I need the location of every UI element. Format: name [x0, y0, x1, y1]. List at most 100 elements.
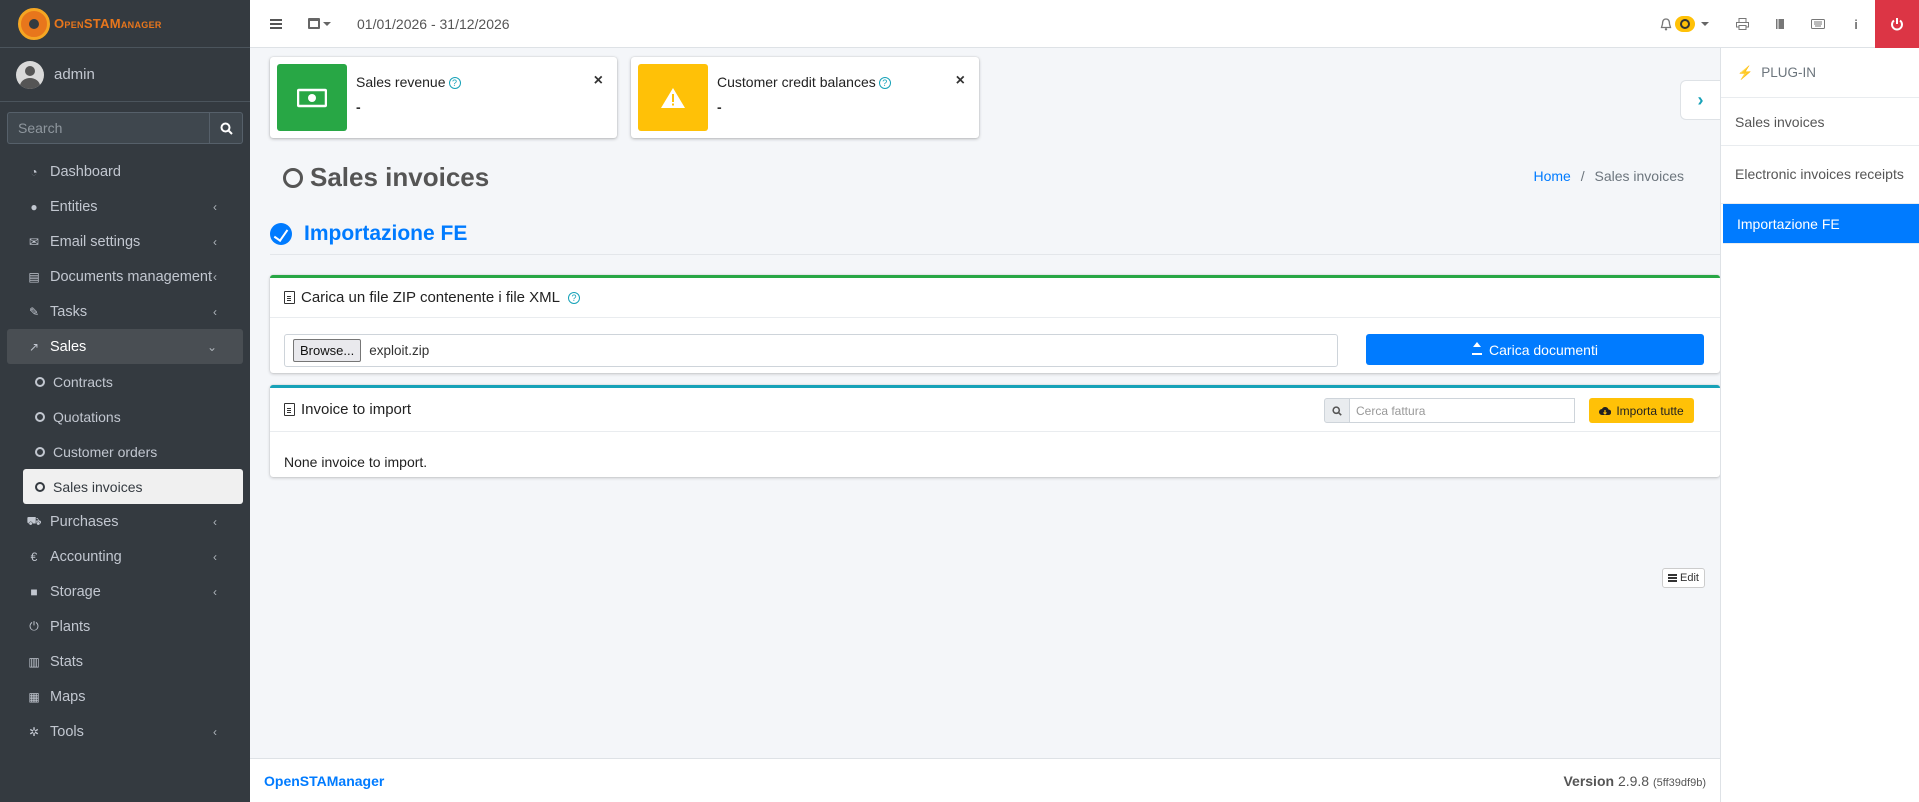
- menu-toggle-icon[interactable]: [270, 18, 282, 29]
- search-icon: [220, 122, 233, 135]
- info-button[interactable]: i: [1837, 0, 1875, 48]
- upload-card-header: Carica un file ZIP contenente i file XML…: [270, 278, 1720, 318]
- sidebar-sub-label: Customer orders: [53, 443, 158, 460]
- breadcrumb: Home / Sales invoices: [1533, 168, 1684, 184]
- chevron-left-icon: ‹: [213, 304, 217, 319]
- sidebar-item-sales[interactable]: ↗ Sales ⌄: [7, 329, 243, 364]
- cog-icon: ✲: [28, 724, 40, 739]
- plug-icon: [270, 223, 292, 245]
- sidebar-search-input[interactable]: [7, 112, 209, 144]
- footer-brand-link[interactable]: OpenSTAManager: [264, 773, 384, 789]
- help-icon[interactable]: ?: [878, 77, 891, 90]
- brand[interactable]: OpenSTAManager: [0, 0, 250, 48]
- sidebar-item-label: Entities: [50, 198, 98, 215]
- plugin-tab-electronic-receipts[interactable]: Electronic invoices receipts: [1721, 146, 1919, 204]
- help-icon[interactable]: ?: [568, 291, 581, 304]
- browse-button[interactable]: Browse...: [293, 339, 362, 362]
- cloud-download-icon: [1599, 406, 1612, 415]
- info-box-sales-revenue[interactable]: Sales revenue? - ×: [270, 57, 617, 138]
- search-icon: [1324, 398, 1350, 423]
- status-badge: [1675, 16, 1695, 32]
- circle-icon: [35, 411, 45, 422]
- print-button[interactable]: [1723, 0, 1761, 48]
- import-all-label: Importa tutte: [1616, 403, 1684, 418]
- upload-card: Carica un file ZIP contenente i file XML…: [270, 275, 1720, 373]
- logout-button[interactable]: [1875, 0, 1919, 48]
- sidebar-item-dashboard[interactable]: ◔ Dashboard: [7, 154, 243, 189]
- breadcrumb-home[interactable]: Home: [1533, 168, 1570, 184]
- date-range[interactable]: 01/01/2026 - 31/12/2026: [357, 16, 510, 32]
- plugin-tab-sales-invoices[interactable]: Sales invoices: [1721, 98, 1919, 146]
- sidebar-item-label: Documents management: [50, 268, 212, 285]
- info-box-customer-credit[interactable]: Customer credit balances? - ×: [631, 57, 979, 138]
- shortcuts-button[interactable]: [1799, 0, 1837, 48]
- invoice-search-input[interactable]: [1350, 398, 1575, 423]
- plug-icon: ⏻: [29, 619, 39, 633]
- chevron-left-icon: ‹: [213, 234, 217, 249]
- footer: OpenSTAManager Version 2.9.8 (5ff39df9b): [250, 758, 1720, 802]
- sidebar-item-label: Tasks: [50, 303, 88, 320]
- toggle-plugin-panel-button[interactable]: ›: [1680, 80, 1720, 120]
- main-content: Sales revenue? - × Customer credit balan…: [250, 48, 1720, 758]
- chevron-left-icon: ‹: [213, 549, 217, 564]
- edit-button-label: Edit: [1680, 572, 1699, 584]
- version-info: Version 2.9.8 (5ff39df9b): [1563, 773, 1706, 789]
- upload-icon: [1472, 341, 1483, 355]
- plugin-tab-importazione-fe[interactable]: Importazione FE: [1723, 204, 1919, 244]
- sidebar-item-label: Tools: [50, 723, 84, 740]
- topbar-actions: i: [1660, 0, 1919, 48]
- notifications-dropdown[interactable]: [1660, 16, 1709, 32]
- sidebar-item-entities[interactable]: ● Entities ‹: [7, 189, 243, 224]
- sidebar-sub-customer-orders[interactable]: Customer orders: [23, 434, 243, 469]
- sidebar-item-storage[interactable]: ■ Storage ‹: [7, 574, 243, 609]
- sidebar-item-maps[interactable]: ▦ Maps: [7, 679, 243, 714]
- circle-icon: [283, 167, 303, 188]
- sidebar-search-button[interactable]: [209, 112, 243, 144]
- calendar-dropdown[interactable]: [308, 18, 331, 29]
- sidebar-item-accounting[interactable]: € Accounting ‹: [7, 539, 243, 574]
- dashboard-icon: ◔: [30, 164, 38, 179]
- caret-down-icon: [1701, 22, 1709, 26]
- sidebar-item-label: Storage: [50, 583, 101, 600]
- map-icon: ▦: [28, 689, 40, 704]
- documentation-button[interactable]: [1761, 0, 1799, 48]
- info-title-text: Customer credit balances: [717, 74, 876, 90]
- plugin-panel: ⚡ PLUG-IN Sales invoices Electronic invo…: [1720, 48, 1919, 802]
- version-label: Version: [1563, 772, 1615, 789]
- book-icon: [1776, 19, 1784, 29]
- document-icon: ▤: [28, 269, 40, 284]
- user-panel[interactable]: admin: [0, 48, 250, 102]
- import-card: Invoice to import Importa tutte None inv…: [270, 385, 1720, 477]
- sidebar-sub-sales-invoices[interactable]: Sales invoices: [23, 469, 243, 504]
- plugin-title-text: Importazione FE: [304, 222, 468, 245]
- upload-documents-button[interactable]: Carica documenti: [1366, 334, 1704, 365]
- sidebar-item-plants[interactable]: ⏻ Plants: [7, 609, 243, 644]
- help-icon[interactable]: ?: [448, 77, 461, 90]
- edit-button[interactable]: Edit: [1662, 568, 1705, 588]
- sidebar-item-tools[interactable]: ✲ Tools ‹: [7, 714, 243, 749]
- chevron-left-icon: ‹: [213, 514, 217, 529]
- sidebar-item-stats[interactable]: ▥ Stats: [7, 644, 243, 679]
- close-icon[interactable]: ×: [956, 72, 965, 90]
- sidebar-sub-quotations[interactable]: Quotations: [23, 399, 243, 434]
- sidebar-item-label: Maps: [50, 688, 86, 705]
- file-input[interactable]: Browse... exploit.zip: [284, 334, 1338, 367]
- import-card-title: Invoice to import: [301, 401, 412, 418]
- sidebar-item-label: Plants: [50, 618, 91, 635]
- info-box-value: -: [717, 99, 722, 115]
- sidebar-sub-contracts[interactable]: Contracts: [23, 364, 243, 399]
- power-icon: [1891, 18, 1903, 31]
- chevron-right-icon: ›: [1697, 89, 1704, 110]
- sidebar-item-email-settings[interactable]: ✉ Email settings ‹: [7, 224, 243, 259]
- close-icon[interactable]: ×: [594, 72, 603, 90]
- wrench-icon: ✎: [28, 304, 40, 319]
- sidebar-item-documents-management[interactable]: ▤ Documents management ‹: [7, 259, 243, 294]
- chevron-down-icon: ⌄: [206, 339, 217, 354]
- breadcrumb-separator: /: [1580, 168, 1585, 184]
- sidebar-item-tasks[interactable]: ✎ Tasks ‹: [7, 294, 243, 329]
- import-all-button[interactable]: Importa tutte: [1589, 398, 1694, 423]
- sidebar-item-purchases[interactable]: ⛟ Purchases ‹: [7, 504, 243, 539]
- info-icon: i: [1854, 16, 1858, 32]
- sidebar-sub-label: Contracts: [53, 373, 113, 390]
- clock-icon: [1680, 19, 1690, 29]
